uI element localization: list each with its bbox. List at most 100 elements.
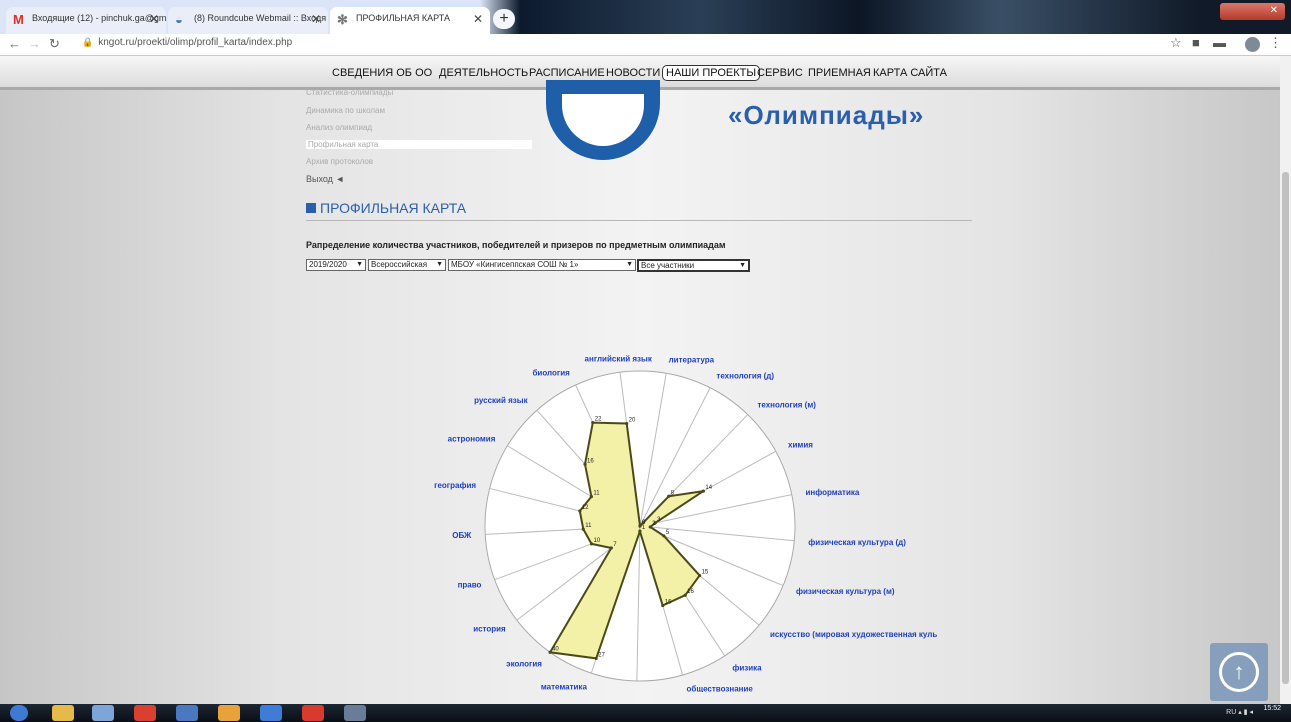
radar-value-label: 22	[595, 417, 602, 423]
radar-category-label: обществознание	[687, 684, 754, 692]
bookmark-star-icon[interactable]: ☆	[1170, 35, 1182, 51]
os-taskbar: RU ▴ ▮ ◂ 15:52	[0, 704, 1291, 722]
new-tab-button[interactable]: +	[493, 9, 515, 29]
nav-item[interactable]: НОВОСТИ	[606, 67, 660, 79]
radar-value-label: 12	[582, 505, 589, 511]
radar-category-label: экология	[506, 660, 542, 669]
app-icon[interactable]	[176, 705, 198, 721]
radar-value-label: 10	[594, 538, 601, 544]
nav-item[interactable]: СЕРВИС	[757, 67, 803, 79]
radar-value-label: 27	[598, 652, 605, 658]
radar-category-label: физика	[732, 664, 762, 673]
tab-label: Входящие (12) - pinchuk.ga@gm	[32, 13, 166, 23]
address-bar[interactable]: 🔒 kngot.ru/proekti/olimp/profil_karta/ind…	[82, 37, 292, 48]
nav-item-selected[interactable]: НАШИ ПРОЕКТЫ	[662, 65, 761, 81]
app-icon[interactable]	[302, 705, 324, 721]
app-icon[interactable]	[134, 705, 156, 721]
gmail-icon: M	[13, 12, 24, 27]
chevron-down-icon: ▼	[356, 261, 363, 268]
radar-category-label: литература	[669, 355, 715, 364]
roundcube-icon: ◒	[175, 12, 183, 27]
explorer-icon[interactable]	[52, 705, 74, 721]
radar-chart: 00814325151616127407101112111622 20литера…	[434, 354, 937, 692]
radar-category-label: экономика	[615, 691, 658, 692]
extension-icon[interactable]: ■	[1192, 35, 1200, 50]
chrome-icon[interactable]	[218, 705, 240, 721]
tab-label: ПРОФИЛЬНАЯ КАРТА	[356, 13, 450, 23]
nav-item[interactable]: ДЕЯТЕЛЬНОСТЬ	[439, 67, 528, 79]
radar-category-label: география	[434, 481, 476, 490]
radar-value-label: 15	[702, 570, 709, 576]
app-icon[interactable]	[344, 705, 366, 721]
school-select-value: МБОУ «Кингисеппская СОШ № 1»	[451, 260, 579, 269]
participants-select[interactable]: Все участники ▼	[637, 259, 750, 272]
start-button[interactable]	[10, 705, 28, 721]
radar-value-label: 11	[593, 491, 600, 497]
profile-avatar[interactable]	[1245, 37, 1260, 52]
menu-dots-icon[interactable]: ⋮	[1269, 35, 1282, 51]
tab-roundcube[interactable]: ◒ (8) Roundcube Webmail :: Входя ✕	[168, 7, 328, 34]
radar-value-label: 14	[705, 485, 712, 491]
radar-category-label: физическая культура (м)	[796, 587, 895, 596]
back-icon[interactable]: ←	[8, 36, 21, 51]
menu-item[interactable]: Анализ олимпиад	[306, 123, 372, 132]
nav-item[interactable]: РАСПИСАНИЕ	[529, 67, 605, 79]
tab-gmail[interactable]: M Входящие (12) - pinchuk.ga@gm ✕	[6, 7, 166, 34]
clock: 15:52	[1263, 705, 1281, 712]
radar-category-label: астрономия	[448, 435, 496, 444]
app-icon[interactable]	[92, 705, 114, 721]
menu-item[interactable]: Статистика-олимпиады	[306, 88, 393, 97]
page-title: ПРОФИЛЬНАЯ КАРТА	[306, 200, 466, 216]
nav-item[interactable]: КАРТА САЙТА	[873, 67, 947, 79]
scroll-to-top-button[interactable]: ↑	[1210, 643, 1268, 701]
window-close-button[interactable]: ✕	[1220, 3, 1285, 20]
page-scrollbar[interactable]	[1280, 56, 1291, 704]
close-icon[interactable]: ✕	[149, 12, 159, 26]
level-select-value: Всероссийская	[371, 260, 428, 269]
radar-value-label: 16	[665, 599, 672, 605]
language-indicator[interactable]: RU	[1226, 709, 1236, 716]
browser-tab-bar: M Входящие (12) - pinchuk.ga@gm ✕ ◒ (8) …	[0, 0, 1291, 34]
nav-item[interactable]: ПРИЕМНАЯ	[808, 67, 871, 79]
close-icon[interactable]: ✕	[473, 12, 483, 26]
section-banner: «Олимпиады»	[728, 100, 925, 130]
radar-value-label: 16	[587, 458, 594, 464]
forward-icon[interactable]: →	[28, 36, 41, 51]
radar-category-label: технология (д)	[716, 371, 774, 380]
radar-category-label: физическая культура (д)	[808, 538, 906, 547]
radar-value-label: 20	[629, 418, 636, 424]
tab-label: (8) Roundcube Webmail :: Входя	[194, 13, 327, 23]
menu-item-active[interactable]: Профильная карта	[306, 140, 532, 149]
chevron-down-icon: ▼	[739, 262, 746, 269]
radar-category-label: информатика	[805, 488, 859, 497]
radar-category-label: технология (м)	[757, 400, 816, 409]
app-icon[interactable]	[260, 705, 282, 721]
year-select[interactable]: 2019/2020 ▼	[306, 259, 366, 271]
level-select[interactable]: Всероссийская ▼	[368, 259, 446, 271]
olympiad-logo	[546, 80, 660, 160]
title-bullet-icon	[306, 203, 316, 213]
chevron-down-icon: ▼	[436, 261, 443, 268]
radar-category-label: право	[458, 581, 482, 590]
scrollbar-thumb[interactable]	[1282, 172, 1289, 684]
browser-toolbar: ← → ↻ 🔒 kngot.ru/proekti/olimp/profil_kar…	[0, 34, 1291, 56]
divider	[306, 220, 972, 221]
school-select[interactable]: МБОУ «Кингисеппская СОШ № 1» ▼	[448, 259, 636, 271]
radar-category-label: химия	[788, 441, 813, 450]
year-select-value: 2019/2020	[309, 260, 347, 269]
logout-link[interactable]: Выход ◄	[306, 174, 344, 184]
menu-item[interactable]: Архив протоколов	[306, 157, 373, 166]
tab-profile-map[interactable]: ✻ ПРОФИЛЬНАЯ КАРТА ✕	[330, 7, 490, 34]
address-text: kngot.ru/proekti/olimp/profil_karta/inde…	[98, 37, 293, 48]
chevron-down-icon: ▼	[626, 261, 633, 268]
menu-item[interactable]: Динамика по школам	[306, 106, 385, 115]
extension-icon[interactable]: ▬	[1213, 35, 1226, 50]
radar-category-label: ОБЖ	[452, 531, 472, 540]
nav-item[interactable]: СВЕДЕНИЯ ОБ ОО	[332, 67, 432, 79]
reload-icon[interactable]: ↻	[49, 36, 60, 52]
site-icon: ✻	[337, 12, 348, 27]
lock-icon: 🔒	[82, 37, 94, 47]
page-title-text: ПРОФИЛЬНАЯ КАРТА	[320, 200, 467, 216]
close-icon[interactable]: ✕	[311, 12, 321, 26]
radar-category-label: биология	[532, 368, 570, 377]
